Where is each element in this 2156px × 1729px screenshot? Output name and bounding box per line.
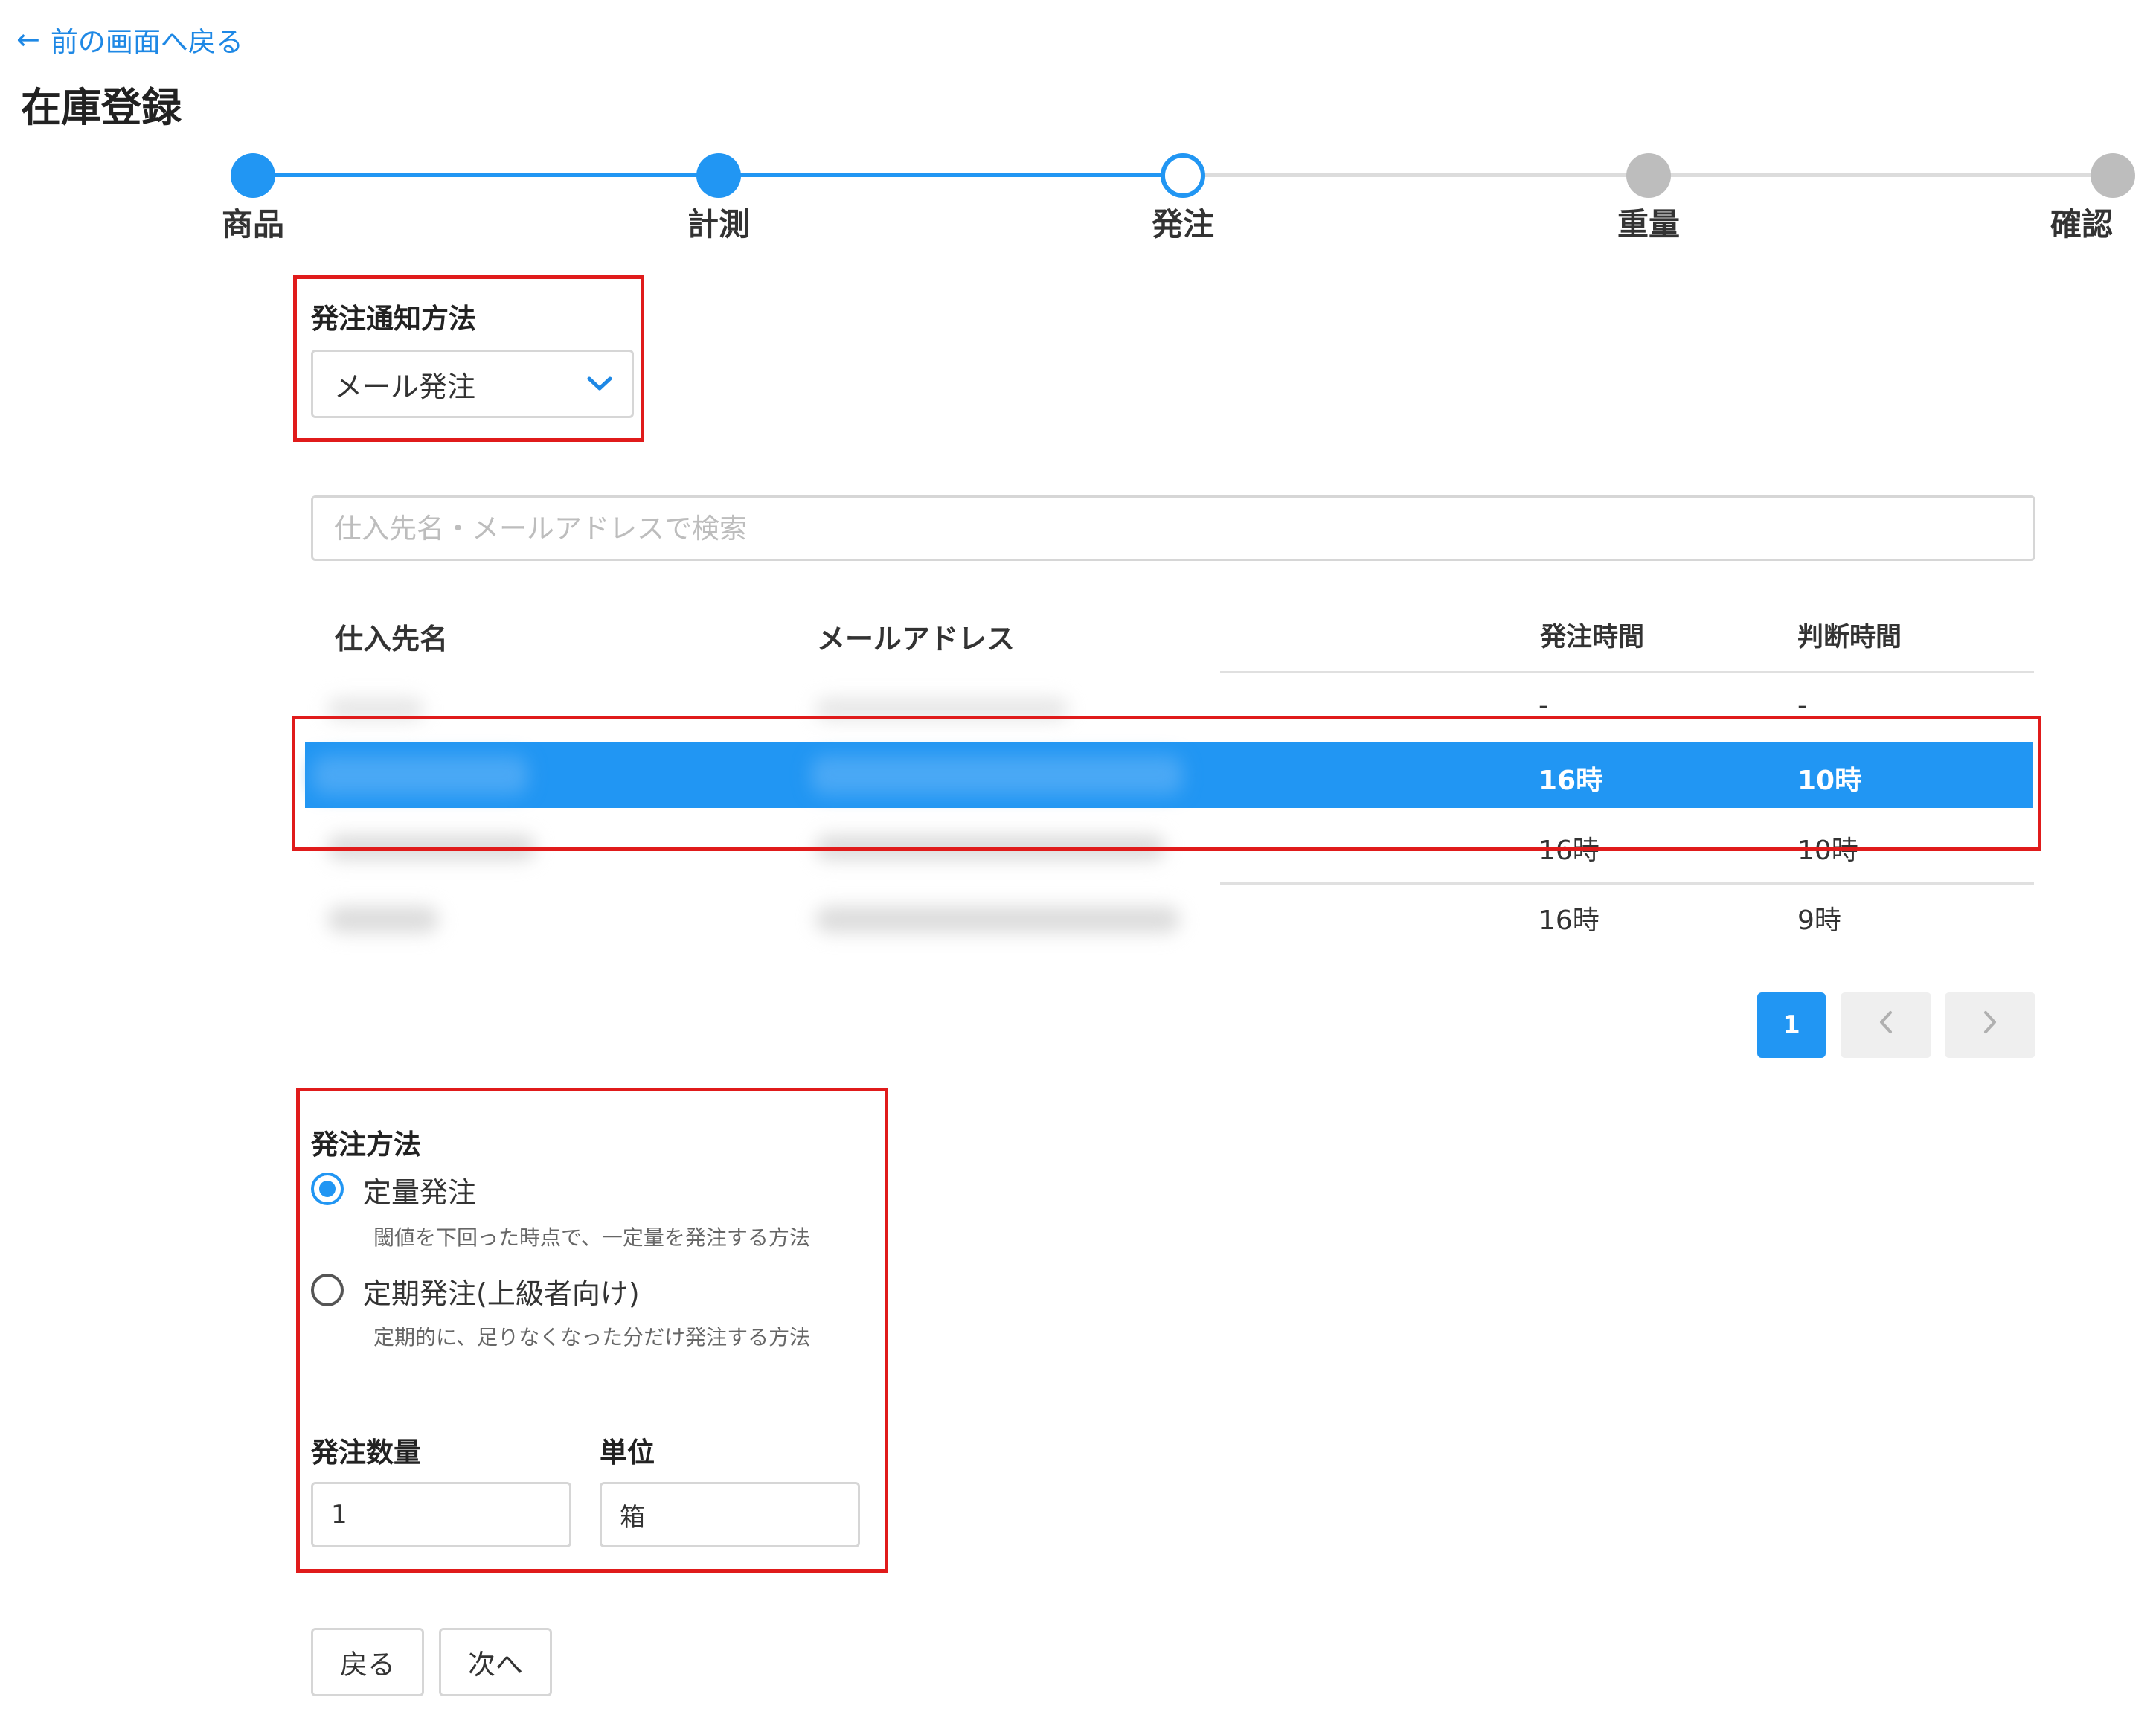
step-label-weight: 重量 [1617, 206, 1680, 243]
page-button-1[interactable]: 1 [1757, 992, 1826, 1058]
selected-row-highlight [292, 716, 2041, 851]
next-button[interactable]: 次へ [439, 1628, 552, 1696]
notification-label: 発注通知方法 [311, 303, 476, 335]
notification-select-value: メール発注 [334, 370, 476, 403]
cell-order-time: 16時 [1539, 905, 1600, 936]
quantity-label: 発注数量 [311, 1437, 421, 1469]
order-method-label: 発注方法 [311, 1129, 421, 1161]
col-header-email: メールアドレス [817, 623, 1016, 655]
quantity-input[interactable] [311, 1482, 571, 1547]
radio-fixed-quantity-label[interactable]: 定量発注 [363, 1170, 476, 1210]
back-button[interactable]: 戻る [311, 1628, 424, 1696]
unit-label: 単位 [600, 1437, 655, 1469]
step-label-order: 発注 [1151, 206, 1214, 243]
step-dot-order [1161, 153, 1205, 198]
blurred-email [815, 906, 1180, 933]
col-header-supplier: 仕入先名 [335, 623, 449, 655]
next-page-button[interactable] [1945, 992, 2035, 1058]
notification-select[interactable]: メール発注 [311, 350, 634, 418]
step-dot-weight [1626, 153, 1671, 198]
radio-periodic[interactable] [311, 1274, 344, 1306]
stepper-line-done [253, 173, 719, 177]
col-header-judge-time: 判断時間 [1797, 623, 1902, 652]
page-title: 在庫登録 [21, 84, 182, 131]
chevron-left-icon [1879, 1010, 1893, 1041]
step-label-measure: 計測 [687, 206, 750, 243]
radio-fixed-quantity[interactable] [311, 1173, 344, 1205]
step-dot-measure [696, 153, 741, 198]
step-dot-confirm [2091, 153, 2135, 198]
table-row-divider [1220, 882, 2034, 885]
step-label-product: 商品 [221, 206, 284, 243]
cell-judge-time: 9時 [1797, 905, 1841, 936]
chevron-down-icon [587, 376, 612, 391]
stepper-line-done [719, 173, 1183, 177]
col-header-order-time: 発注時間 [1540, 623, 1645, 652]
back-link-label: 前の画面へ戻る [50, 26, 243, 58]
back-link[interactable]: ← 前の画面へ戻る [16, 19, 243, 60]
radio-fixed-quantity-desc: 閾値を下回った時点で、一定量を発注する方法 [373, 1225, 810, 1250]
radio-periodic-label[interactable]: 定期発注(上級者向け) [363, 1271, 640, 1312]
search-input[interactable] [311, 495, 2035, 561]
step-dot-product [231, 153, 275, 198]
arrow-left-icon: ← [16, 23, 40, 56]
radio-periodic-desc: 定期的に、足りなくなった分だけ発注する方法 [373, 1325, 811, 1350]
chevron-right-icon [1983, 1010, 1998, 1041]
unit-input[interactable] [600, 1482, 860, 1547]
blurred-supplier-name [327, 906, 439, 933]
prev-page-button[interactable] [1841, 992, 1931, 1058]
table-header-divider [1220, 671, 2034, 673]
step-label-confirm: 確認 [2050, 206, 2113, 243]
